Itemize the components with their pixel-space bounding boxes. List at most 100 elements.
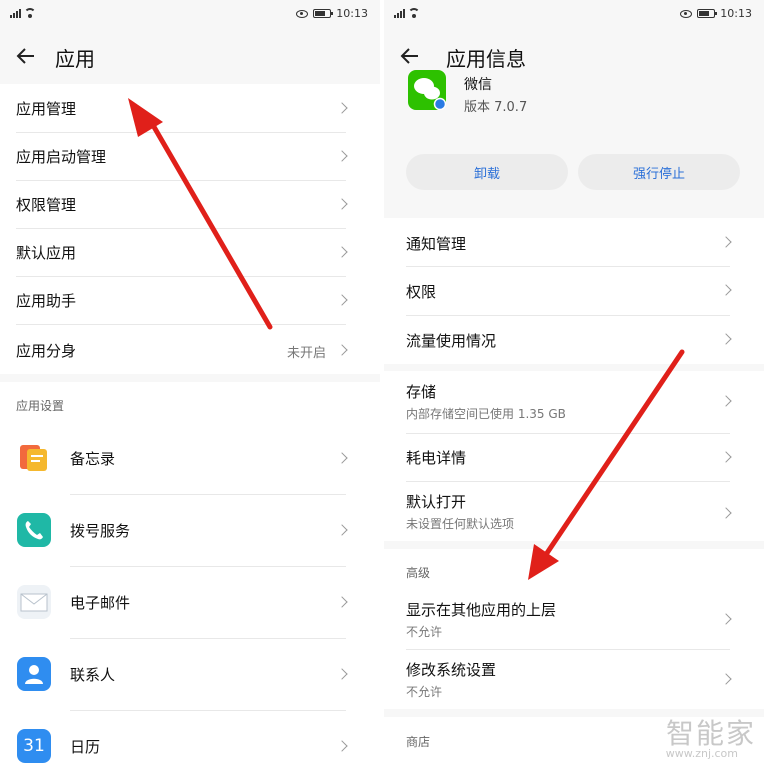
item-label: 通知管理 [406, 235, 467, 253]
menu-item-label: 应用管理 [16, 100, 77, 118]
chevron-right-icon [720, 395, 732, 407]
status-time: 10:13 [336, 7, 368, 20]
item-label: 流量使用情况 [406, 332, 497, 350]
menu-item-label: 默认应用 [16, 244, 77, 262]
chevron-right-icon [720, 284, 732, 296]
phone-icon [17, 513, 51, 547]
storage-card: 存储 内部存储空间已使用 1.35 GB 耗电详情 默认打开 未设置任何默认选项 [384, 371, 764, 541]
mail-icon [17, 585, 51, 619]
chevron-right-icon [336, 150, 348, 162]
signal-icon [10, 8, 21, 18]
app-item-email[interactable]: 电子邮件 [0, 570, 380, 634]
chevron-right-icon [336, 524, 348, 536]
app-settings-card: 应用设置 备忘录 拨号服务 电子邮件 联系人 31 日历 [0, 382, 380, 775]
uninstall-button[interactable]: 卸载 [406, 154, 568, 190]
calendar-icon: 31 [17, 729, 51, 763]
signal-icon [394, 8, 405, 18]
status-bar: 10:13 [384, 0, 764, 30]
item-modify-system-settings[interactable]: 修改系统设置 不允许 [384, 649, 764, 707]
app-twin-status: 未开启 [286, 346, 326, 361]
chevron-right-icon [336, 198, 348, 210]
menu-item-label: 权限管理 [16, 196, 77, 214]
wifi-icon [408, 8, 420, 18]
item-label: 耗电详情 [406, 449, 467, 467]
force-stop-button[interactable]: 强行停止 [578, 154, 740, 190]
battery-icon [313, 9, 334, 18]
item-data-usage[interactable]: 流量使用情况 [384, 315, 764, 364]
back-arrow-icon[interactable] [14, 44, 38, 68]
right-phone-screen: 10:13 应用信息 微信 版本 7.0.7 卸载 强行停止 通知管理 权限 流… [384, 0, 764, 775]
modify-settings-status: 不允许 [406, 685, 443, 699]
chevron-right-icon [336, 740, 348, 752]
item-label: 显示在其他应用的上层 [406, 601, 557, 619]
app-item-memo[interactable]: 备忘录 [0, 426, 380, 490]
menu-item-app-twin[interactable]: 应用分身 未开启 [0, 324, 380, 374]
chevron-right-icon [336, 344, 348, 356]
menu-item-app-assistant[interactable]: 应用助手 [0, 276, 380, 324]
status-time: 10:13 [720, 7, 752, 20]
app-item-label: 拨号服务 [70, 522, 131, 540]
contacts-icon [17, 657, 51, 691]
app-name: 微信 [464, 77, 492, 93]
section-title: 高级 [406, 566, 431, 580]
app-version: 版本 7.0.7 [464, 100, 528, 115]
eye-comfort-icon [680, 9, 693, 18]
item-power-details[interactable]: 耗电详情 [384, 433, 764, 481]
default-open-status: 未设置任何默认选项 [406, 517, 515, 531]
memo-icon [17, 441, 51, 475]
watermark-brand: 智能家 [665, 717, 756, 750]
watermark-url: www.znj.com [665, 747, 738, 760]
menu-item-default-apps[interactable]: 默认应用 [0, 228, 380, 276]
overlay-status: 不允许 [406, 625, 443, 639]
storage-usage-text: 内部存储空间已使用 1.35 GB [406, 407, 566, 421]
app-item-dialer[interactable]: 拨号服务 [0, 498, 380, 562]
item-label: 默认打开 [406, 493, 467, 511]
app-info-card: 通知管理 权限 流量使用情况 [384, 218, 764, 364]
menu-item-permission-management[interactable]: 权限管理 [0, 180, 380, 228]
item-notification-management[interactable]: 通知管理 [384, 218, 764, 266]
item-storage[interactable]: 存储 内部存储空间已使用 1.35 GB [384, 371, 764, 431]
menu-item-label: 应用启动管理 [16, 148, 107, 166]
chevron-right-icon [336, 452, 348, 464]
battery-icon [697, 9, 718, 18]
menu-item-label: 应用助手 [16, 292, 77, 310]
chevron-right-icon [720, 613, 732, 625]
app-item-label: 日历 [70, 738, 101, 756]
item-label: 修改系统设置 [406, 661, 497, 679]
chevron-right-icon [336, 294, 348, 306]
section-title: 应用设置 [16, 399, 65, 413]
app-item-label: 电子邮件 [70, 594, 131, 612]
app-item-calendar[interactable]: 31 日历 [0, 714, 380, 775]
chevron-right-icon [336, 102, 348, 114]
chevron-right-icon [336, 668, 348, 680]
item-label: 权限 [406, 283, 437, 301]
chevron-right-icon [720, 333, 732, 345]
item-default-open[interactable]: 默认打开 未设置任何默认选项 [384, 481, 764, 541]
title-bar: 应用 [0, 36, 380, 76]
eye-comfort-icon [296, 9, 309, 18]
item-label: 存储 [406, 383, 437, 401]
item-permissions[interactable]: 权限 [384, 266, 764, 315]
wechat-icon [408, 70, 447, 111]
chevron-right-icon [336, 596, 348, 608]
chevron-right-icon [720, 236, 732, 248]
app-item-label: 联系人 [70, 666, 116, 684]
advanced-card: 高级 显示在其他应用的上层 不允许 修改系统设置 不允许 [384, 549, 764, 709]
menu-item-app-management[interactable]: 应用管理 [0, 84, 380, 132]
left-phone-screen: 10:13 应用 应用管理 应用启动管理 权限管理 默认应用 应用助手 应用分身… [0, 0, 380, 775]
section-title: 商店 [406, 735, 431, 749]
chevron-right-icon [720, 451, 732, 463]
chevron-right-icon [720, 673, 732, 685]
menu-item-startup-management[interactable]: 应用启动管理 [0, 132, 380, 180]
menu-item-label: 应用分身 [16, 342, 77, 360]
app-item-contacts[interactable]: 联系人 [0, 642, 380, 706]
page-title: 应用信息 [446, 47, 526, 71]
wifi-icon [24, 8, 36, 18]
page-title: 应用 [55, 47, 95, 71]
back-arrow-icon[interactable] [398, 44, 422, 68]
chevron-right-icon [720, 507, 732, 519]
item-display-over-apps[interactable]: 显示在其他应用的上层 不允许 [384, 591, 764, 649]
app-menu-card: 应用管理 应用启动管理 权限管理 默认应用 应用助手 应用分身 未开启 [0, 84, 380, 374]
status-bar: 10:13 [0, 0, 380, 30]
chevron-right-icon [336, 246, 348, 258]
